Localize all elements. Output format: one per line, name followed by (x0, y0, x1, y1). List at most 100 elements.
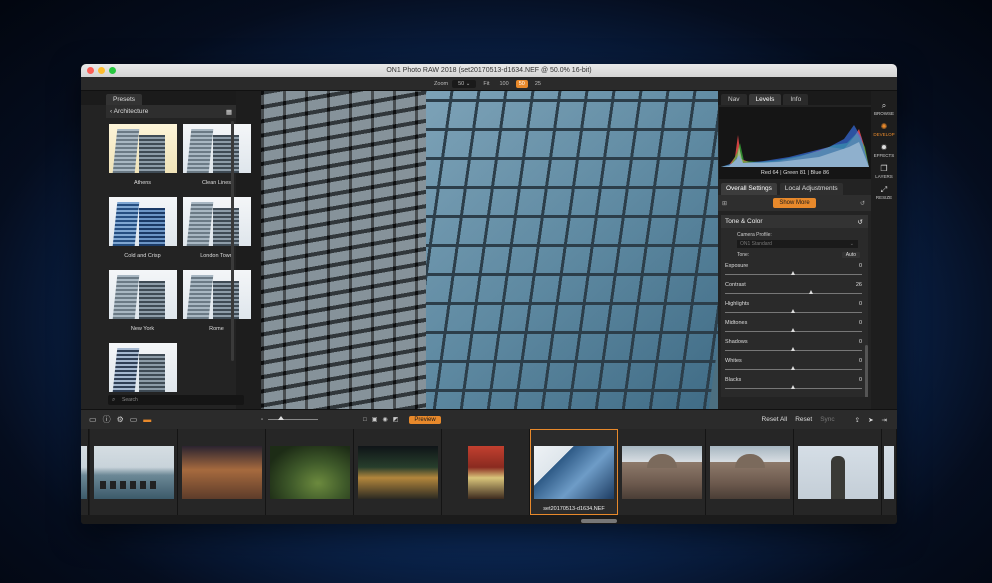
film-image (467, 445, 504, 499)
slider-track-whites[interactable] (725, 366, 862, 372)
gear-icon[interactable]: ⚙ (117, 415, 124, 424)
image-view-icon[interactable]: ▣ (372, 416, 378, 423)
module-effects[interactable]: ✹ EFFECTS (874, 143, 895, 158)
slider-knob[interactable] (791, 366, 795, 370)
single-view-icon[interactable]: ▭ (130, 415, 138, 424)
photo-canvas[interactable] (261, 91, 718, 409)
slider-knob[interactable] (808, 290, 813, 294)
export-icon[interactable]: ⇥ (882, 416, 887, 424)
tab-presets[interactable]: Presets (106, 94, 143, 105)
reset-icon[interactable]: ↺ (860, 200, 865, 207)
film-thumb[interactable] (90, 429, 178, 515)
slider-knob[interactable] (791, 347, 795, 351)
slider-knob[interactable] (791, 328, 795, 332)
slider-track-highlights[interactable] (725, 309, 862, 315)
module-layers[interactable]: ❐ LAYERS (875, 164, 892, 179)
reset-all-button[interactable]: Reset All (762, 416, 788, 423)
auto-tone-button[interactable]: Auto (841, 252, 860, 258)
film-thumb[interactable] (706, 429, 794, 515)
preset-label: Athens (133, 180, 152, 186)
preset-cold-and-crisp[interactable]: Cold and Crisp (108, 197, 177, 270)
preset-clean-lines[interactable]: Clean Lines (182, 124, 251, 197)
presets-scrollbar[interactable] (231, 121, 234, 361)
tab-levels[interactable]: Levels (748, 94, 782, 105)
film-thumb[interactable] (81, 429, 89, 515)
slider-label: Whites (725, 358, 742, 364)
slider-value[interactable]: 0 (859, 339, 862, 345)
reset-button[interactable]: Reset (795, 416, 812, 423)
preset-category: ‹ Architecture (110, 108, 148, 115)
mask-view-icon[interactable]: □ (363, 417, 367, 423)
zoom-window-button[interactable] (109, 67, 116, 74)
sync-button[interactable]: Sync (820, 416, 834, 423)
send-icon[interactable]: ➤ (868, 416, 873, 424)
tone-color-title: Tone & Color (725, 218, 763, 225)
slider-row-whites: Whites 0 (725, 358, 862, 364)
film-image (621, 445, 702, 499)
slider-track-blacks[interactable] (725, 385, 862, 391)
toggle-panel-icon[interactable]: ▭ (89, 415, 97, 424)
preview-button[interactable]: Preview (409, 415, 441, 424)
film-thumb[interactable] (618, 429, 706, 515)
preset-thumbnail (182, 124, 251, 173)
compare-icon[interactable]: ◩ (393, 416, 399, 423)
slider-value[interactable]: 26 (856, 282, 862, 288)
size-slider[interactable] (268, 416, 319, 420)
settings-scrollbar[interactable] (865, 345, 868, 397)
slider-track-shadows[interactable] (725, 347, 862, 353)
preset-unnamed[interactable] (108, 343, 177, 416)
slider-knob[interactable] (791, 385, 795, 389)
slider-track-midtones[interactable] (725, 328, 862, 334)
filmstrip-view-icon[interactable]: ▬ (143, 415, 151, 424)
minimize-window-button[interactable] (98, 67, 105, 74)
film-thumb[interactable] (882, 429, 897, 515)
film-thumb[interactable] (442, 429, 530, 515)
slider-value[interactable]: 0 (859, 320, 862, 326)
grid-view-icon[interactable]: ▦ (226, 108, 232, 116)
zoom-select[interactable]: 50 ⌄ (452, 79, 477, 88)
zoom-label: Zoom (434, 80, 449, 87)
slider-value[interactable]: 0 (859, 263, 862, 269)
film-thumb[interactable] (794, 429, 882, 515)
add-layer-icon[interactable]: ⊞ (722, 200, 727, 207)
slider-track-contrast[interactable] (725, 290, 862, 296)
preset-category-header[interactable]: ‹ Architecture ▦ (106, 105, 236, 118)
share-icon[interactable]: ⇪ (855, 416, 860, 424)
module-resize[interactable]: ⤢ RESIZE (876, 185, 892, 200)
film-thumb[interactable] (178, 429, 266, 515)
pane-reset-icon[interactable]: ↺ (858, 218, 863, 226)
tab-local-adjustments[interactable]: Local Adjustments (779, 183, 843, 195)
help-icon[interactable]: ⓘ (103, 414, 111, 425)
preset-london-town[interactable]: London Town (182, 197, 251, 270)
zoom-100-button[interactable]: 100 (497, 80, 512, 88)
film-thumb[interactable] (266, 429, 354, 515)
slider-knob[interactable] (791, 309, 795, 313)
slider-value[interactable]: 0 (859, 377, 862, 383)
zoom-50-button[interactable]: 50 (515, 79, 528, 88)
circle-view-icon[interactable]: ◉ (382, 416, 387, 423)
filmstrip-scrollbar[interactable] (581, 519, 617, 523)
tab-nav[interactable]: Nav (721, 94, 747, 105)
slider-knob[interactable] (791, 271, 795, 275)
preset-rome[interactable]: Rome (182, 270, 251, 343)
tab-info[interactable]: Info (783, 94, 809, 105)
camera-profile-select[interactable]: ON1 Standard ⌄ (737, 240, 858, 248)
slider-row-contrast: Contrast 26 (725, 282, 862, 288)
show-more-button[interactable]: Show More (773, 198, 816, 208)
module-develop[interactable]: ✺ DEVELOP (873, 122, 894, 137)
film-thumb-selected[interactable]: set20170513-d1634.NEF (530, 429, 618, 515)
preset-new-york[interactable]: New York (108, 270, 177, 343)
zoom-fit-button[interactable]: Fit (480, 80, 492, 88)
tab-overall-settings[interactable]: Overall Settings (721, 183, 777, 195)
preset-search-input[interactable]: ⌕ Search (108, 395, 244, 405)
window-controls (87, 67, 116, 74)
zoom-25-button[interactable]: 25 (532, 80, 544, 88)
slider-track-exposure[interactable] (725, 271, 862, 277)
tone-color-header[interactable]: Tone & Color ↺ (721, 215, 868, 228)
module-browse[interactable]: ⌕ BROWSE (874, 101, 894, 116)
close-window-button[interactable] (87, 67, 94, 74)
slider-value[interactable]: 0 (859, 358, 862, 364)
preset-athens[interactable]: Athens (108, 124, 177, 197)
film-thumb[interactable] (354, 429, 442, 515)
slider-value[interactable]: 0 (859, 301, 862, 307)
